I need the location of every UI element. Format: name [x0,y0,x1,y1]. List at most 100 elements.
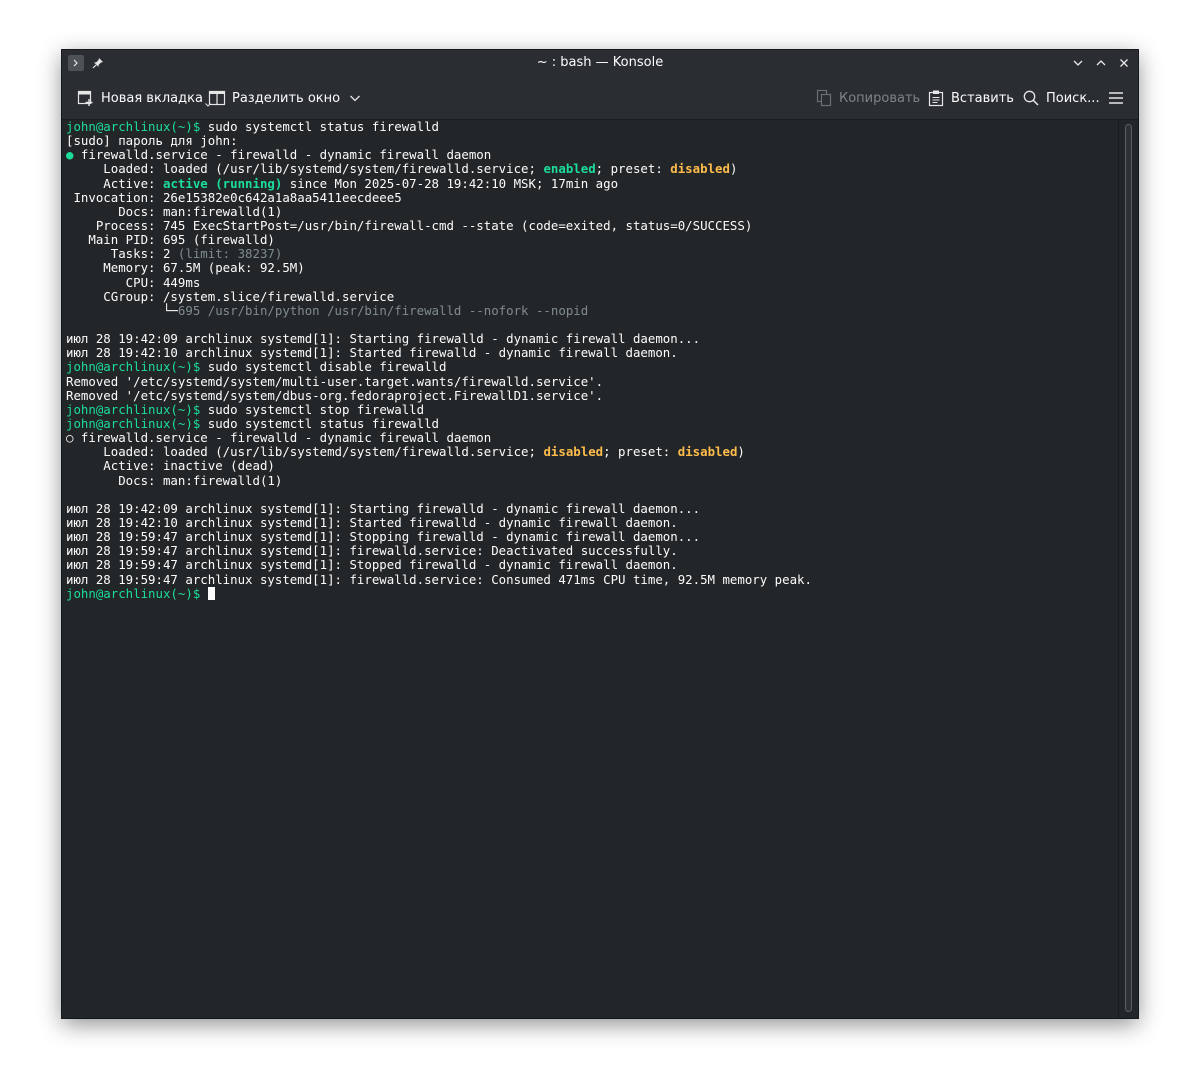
text-cursor [207,586,215,600]
terminal-text: Removed '/etc/systemd/system/multi-user.… [66,373,604,389]
terminal-line: CPU: 449ms [66,274,812,290]
terminal-text: CGroup: /system.slice/firewalld.service [66,288,395,304]
copy-label: Копировать [839,90,921,106]
paste-button[interactable]: Вставить [927,86,1014,110]
terminal-text: sudo systemctl stop firewalld [200,401,425,417]
terminal-line: Removed '/etc/systemd/system/dbus-org.fe… [66,387,812,403]
terminal-text: disabled [670,161,730,177]
terminal-line: john@archlinux(~)$ sudo systemctl disabl… [66,360,812,374]
terminal-text: Loaded: loaded (/usr/lib/systemd/system/… [66,161,544,177]
terminal-text: CPU: 449ms [66,274,201,290]
terminal-text: июл 28 19:42:10 archlinux systemd[1]: St… [66,345,678,361]
terminal-text: sudo systemctl status firewalld [200,120,439,134]
terminal-line: ● firewalld.service - firewalld - dynami… [66,148,812,162]
terminal-text: июл 28 19:59:47 archlinux systemd[1]: fi… [66,543,678,559]
terminal-text: Process: 745 ExecStartPost=/usr/bin/fire… [66,217,753,233]
terminal-line: john@archlinux(~)$ sudo systemctl status… [66,120,812,134]
shell-prompt: john@archlinux(~)$ [66,415,201,431]
terminal-line: Docs: man:firewalld(1) [66,472,812,488]
terminal-line: июл 28 19:59:47 archlinux systemd[1]: St… [66,558,812,572]
terminal-line: Main PID: 695 (firewalld) [66,233,812,247]
konsole-window: ~ : bash — Konsole Новая вкладка Раздели… [62,50,1138,1018]
terminal-text: ) [729,161,738,177]
terminal-text: Docs: man:firewalld(1) [66,203,283,219]
new-tab-icon [77,90,93,106]
shell-prompt: john@archlinux(~)$ [66,359,201,375]
terminal-text: (limit: 38237) [177,246,283,262]
terminal-text: июл 28 19:59:47 archlinux systemd[1]: fi… [66,571,812,587]
shell-prompt: john@archlinux(~)$ [66,120,201,134]
terminal-line: Removed '/etc/systemd/system/multi-user.… [66,373,812,389]
split-view-label: Разделить окно [232,90,341,106]
terminal-text: disabled [677,444,738,460]
search-icon [1023,90,1039,106]
terminal-text: since Mon 2025-07-28 19:42:10 MSK; 17min… [282,175,619,191]
terminal-line: john@archlinux(~)$ sudo systemctl status… [66,415,812,431]
new-tab-label: Новая вкладка [101,90,203,106]
terminal-line: Active: inactive (dead) [66,459,812,473]
hamburger-menu-button[interactable] [1107,86,1125,110]
terminal-text: └─ [66,302,178,318]
terminal-line: Invocation: 26e15382e0c642a1a8aa5411eecd… [66,189,812,205]
terminal-text: Docs: man:firewalld(1) [66,472,283,488]
terminal-line: john@archlinux(~)$ [66,585,812,601]
terminal-text: [sudo] пароль для john: [66,133,238,149]
new-tab-button[interactable]: Новая вкладка [77,86,212,110]
chevron-down-icon[interactable] [348,91,362,105]
terminal-output: john@archlinux(~)$ sudo systemctl status… [66,120,812,601]
terminal-text: Invocation: 26e15382e0c642a1a8aa5411eecd… [66,189,402,205]
terminal-text: firewalld.service - firewalld - dynamic … [73,147,492,163]
find-label: Поиск... [1046,90,1100,106]
terminal-line: Loaded: loaded (/usr/lib/systemd/system/… [66,162,812,176]
terminal-text: Active: inactive (dead) [66,458,275,474]
terminal-line: Loaded: loaded (/usr/lib/systemd/system/… [66,445,812,459]
shell-prompt: john@archlinux(~)$ [66,401,201,417]
terminal-text: Removed '/etc/systemd/system/dbus-org.fe… [66,387,604,403]
terminal-line: Tasks: 2 (limit: 38237) [66,247,812,261]
window-title: ~ : bash — Konsole [536,55,664,70]
close-icon[interactable] [1116,55,1132,71]
terminal-text: sudo systemctl status firewalld [200,415,439,431]
terminal-line: июл 28 19:59:47 archlinux systemd[1]: fi… [66,571,812,587]
terminal-view[interactable]: john@archlinux(~)$ sudo systemctl status… [62,120,1118,1018]
terminal-line: CGroup: /system.slice/firewalld.service [66,288,812,304]
terminal-text: июл 28 19:42:10 archlinux systemd[1]: St… [66,514,678,530]
terminal-line: [sudo] пароль для john: [66,134,812,148]
terminal-text: ; preset: [595,161,671,177]
split-view-icon [208,90,226,106]
terminal-text: Memory: 67.5M (peak: 92.5M) [66,260,305,276]
terminal-text: Main PID: 695 (firewalld) [66,232,275,248]
terminal-text: ; preset: [603,444,678,460]
copy-icon [816,89,832,107]
paste-label: Вставить [951,90,1014,106]
terminal-text: Loaded: loaded (/usr/lib/systemd/system/… [66,444,544,460]
split-view-button[interactable]: Разделить окно [208,86,362,110]
terminal-text: ○ firewalld.service - firewalld - dynami… [66,430,492,446]
terminal-text: enabled [543,161,596,177]
terminal-line: июл 28 19:59:47 archlinux systemd[1]: St… [66,530,812,544]
maximize-icon[interactable] [1093,55,1109,71]
terminal-text: июл 28 19:42:09 archlinux systemd[1]: St… [66,331,701,347]
scrollbar[interactable] [1118,120,1138,1018]
terminal-line: john@archlinux(~)$ sudo systemctl stop f… [66,401,812,417]
copy-button[interactable]: Копировать [815,86,920,110]
terminal-line: └─695 /usr/bin/python /usr/bin/firewalld… [66,302,812,318]
terminal-line: Memory: 67.5M (peak: 92.5M) [66,261,812,275]
minimize-icon[interactable] [1070,55,1086,71]
terminal-line: июл 28 19:42:09 archlinux systemd[1]: St… [66,500,812,516]
terminal-text: июл 28 19:59:47 archlinux systemd[1]: St… [66,529,701,545]
terminal-line: июл 28 19:42:10 archlinux systemd[1]: St… [66,514,812,530]
hamburger-menu-icon [1109,92,1123,104]
terminal-text: disabled [543,444,604,460]
terminal-line: ○ firewalld.service - firewalld - dynami… [66,431,812,445]
terminal-text: июл 28 19:42:09 archlinux systemd[1]: St… [66,500,701,516]
find-button[interactable]: Поиск... [1022,86,1100,110]
paste-icon [928,90,944,107]
terminal-line: Docs: man:firewalld(1) [66,203,812,219]
terminal-line: июл 28 19:42:10 archlinux systemd[1]: St… [66,346,812,360]
scrollbar-thumb[interactable] [1125,124,1132,1012]
shell-prompt: john@archlinux(~)$ [66,585,201,601]
